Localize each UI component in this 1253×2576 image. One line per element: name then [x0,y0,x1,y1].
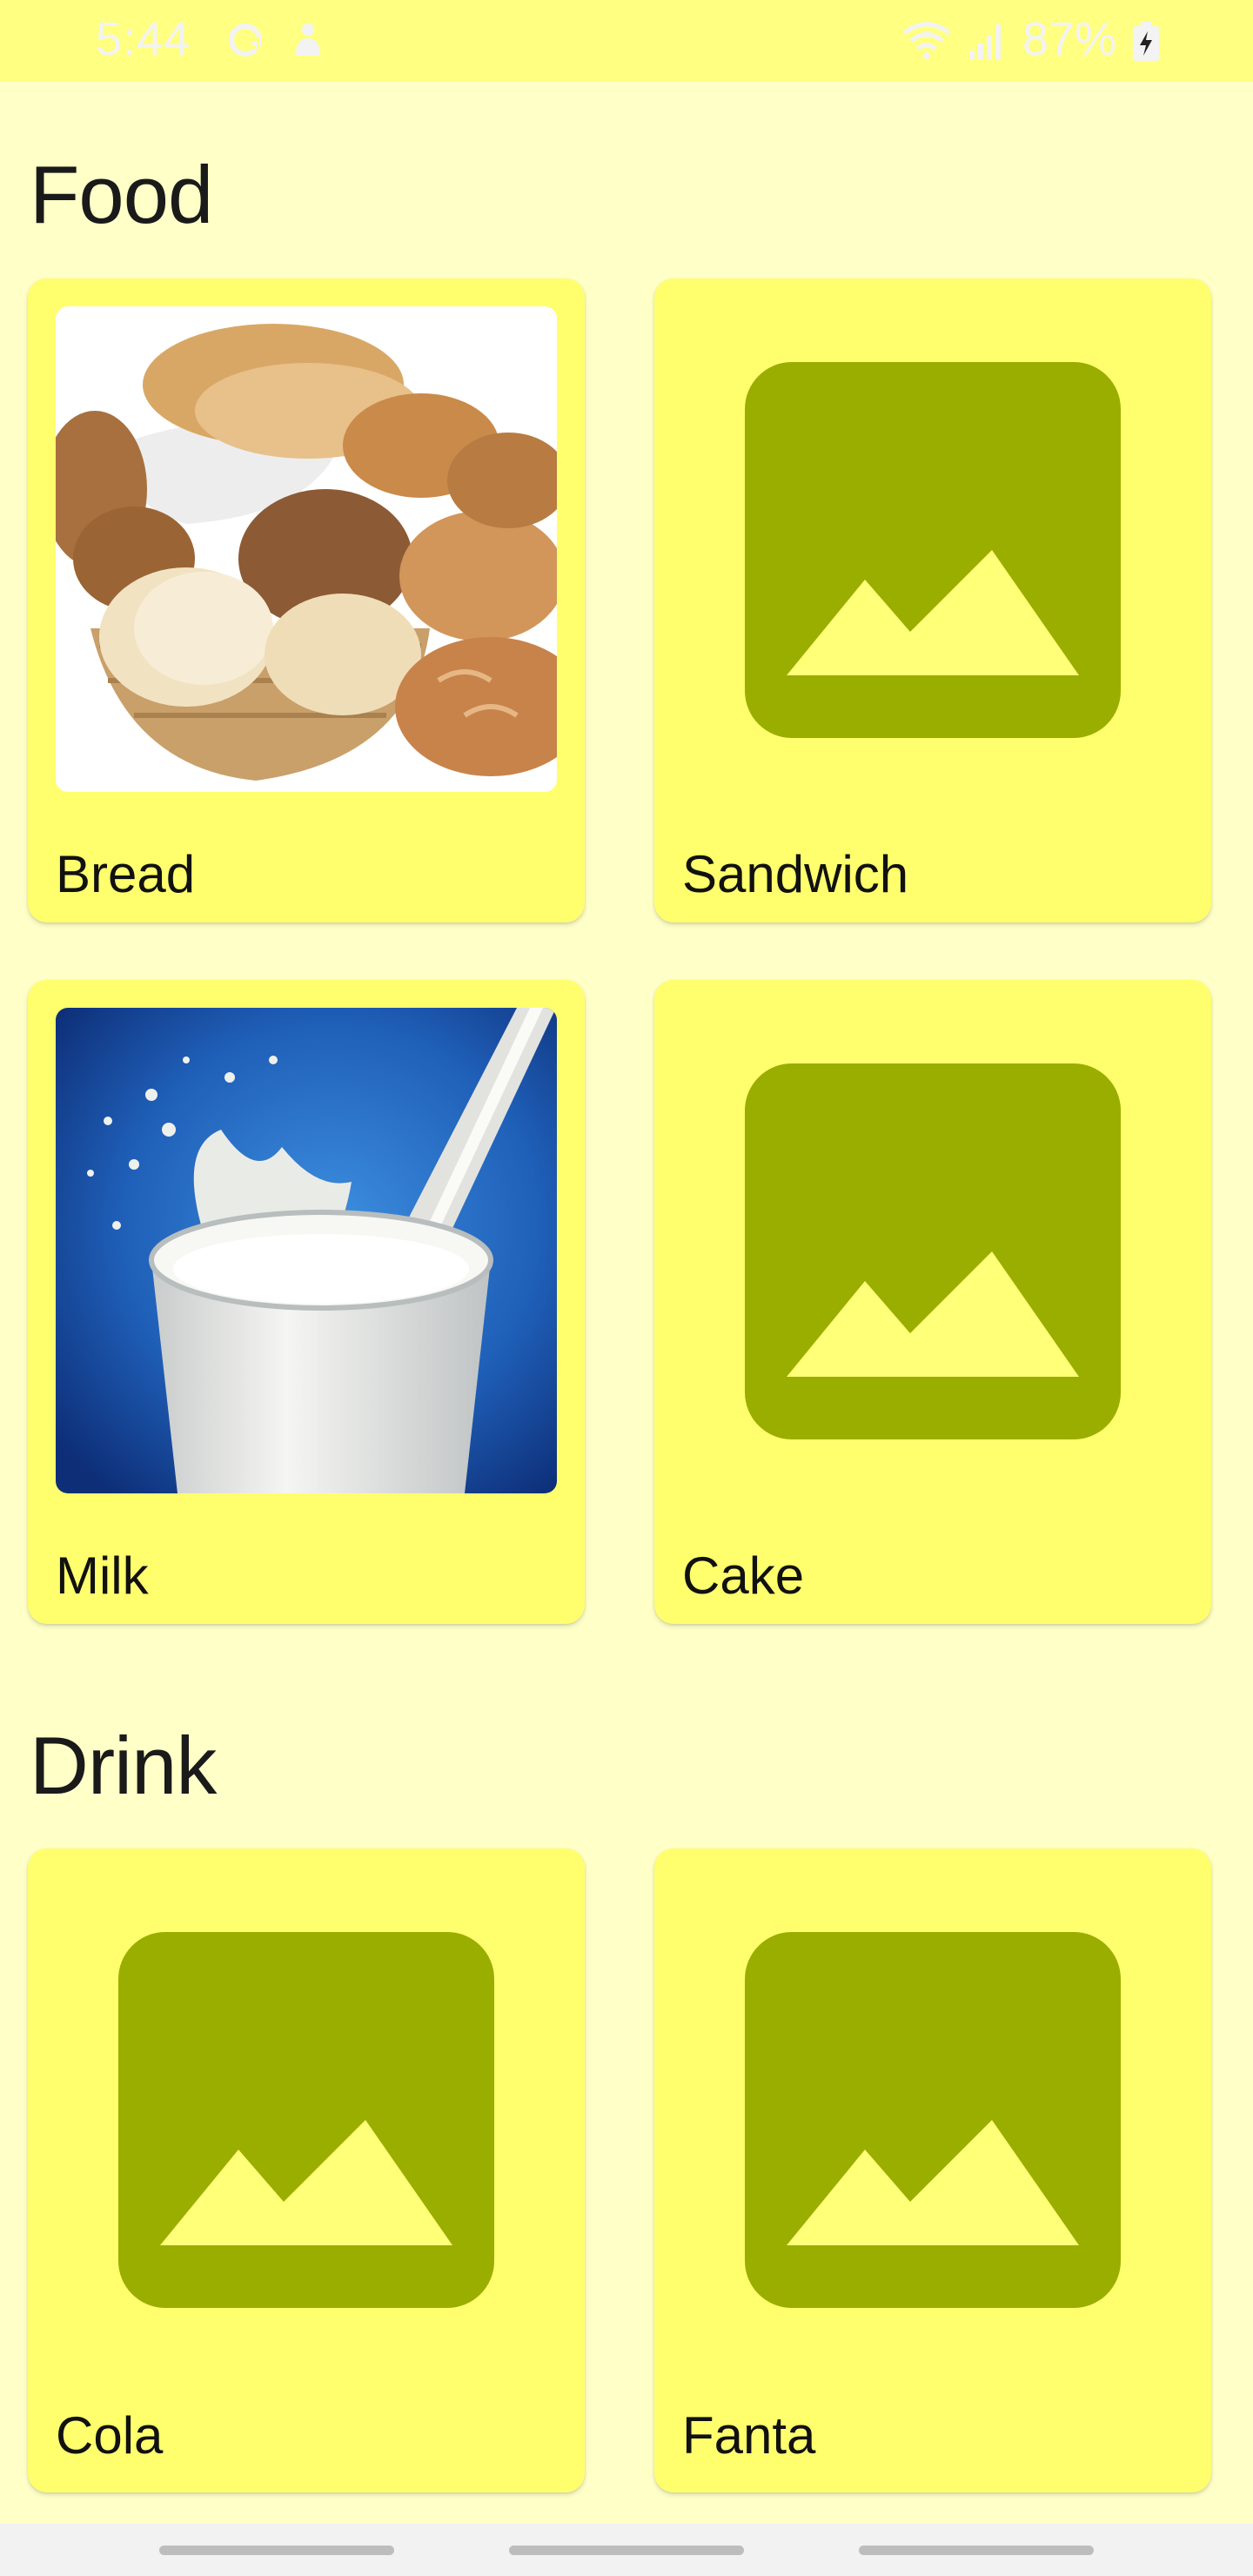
item-label: Bread [56,845,196,903]
item-label: Cake [682,1546,805,1605]
nav-recents-button[interactable] [159,2546,394,2555]
bread-photo [56,306,557,792]
image-placeholder-icon [118,1932,494,2308]
battery-percentage: 87% [1022,13,1117,65]
item-card-milk[interactable]: Milk [28,980,585,1624]
item-label: Fanta [682,2406,816,2465]
nav-back-button[interactable] [859,2546,1094,2555]
milk-photo [56,1008,557,1493]
item-label: Cola [56,2406,164,2465]
item-label: Milk [56,1546,149,1605]
notification-icon [287,19,329,65]
item-card-fanta[interactable]: Fanta [654,1848,1211,2492]
item-card-cola[interactable]: Cola [28,1848,585,2492]
battery-charging-icon [1131,21,1161,67]
item-card-bread[interactable]: Bread [28,278,585,922]
wifi-icon [901,19,953,65]
status-bar: 5:44 87% [0,0,1253,82]
navigation-bar [0,2524,1253,2576]
item-card-cake[interactable]: Cake [654,980,1211,1624]
sync-icon [224,19,266,65]
section-title-drink: Drink [30,1720,217,1811]
image-placeholder-icon [745,1063,1121,1439]
image-placeholder-icon [745,1932,1121,2308]
item-label: Sandwich [682,845,909,903]
nav-home-button[interactable] [509,2546,744,2555]
signal-icon [966,19,1008,65]
section-title-food: Food [30,149,213,240]
image-placeholder-icon [745,362,1121,738]
status-time: 5:44 [96,13,191,65]
item-card-sandwich[interactable]: Sandwich [654,278,1211,922]
